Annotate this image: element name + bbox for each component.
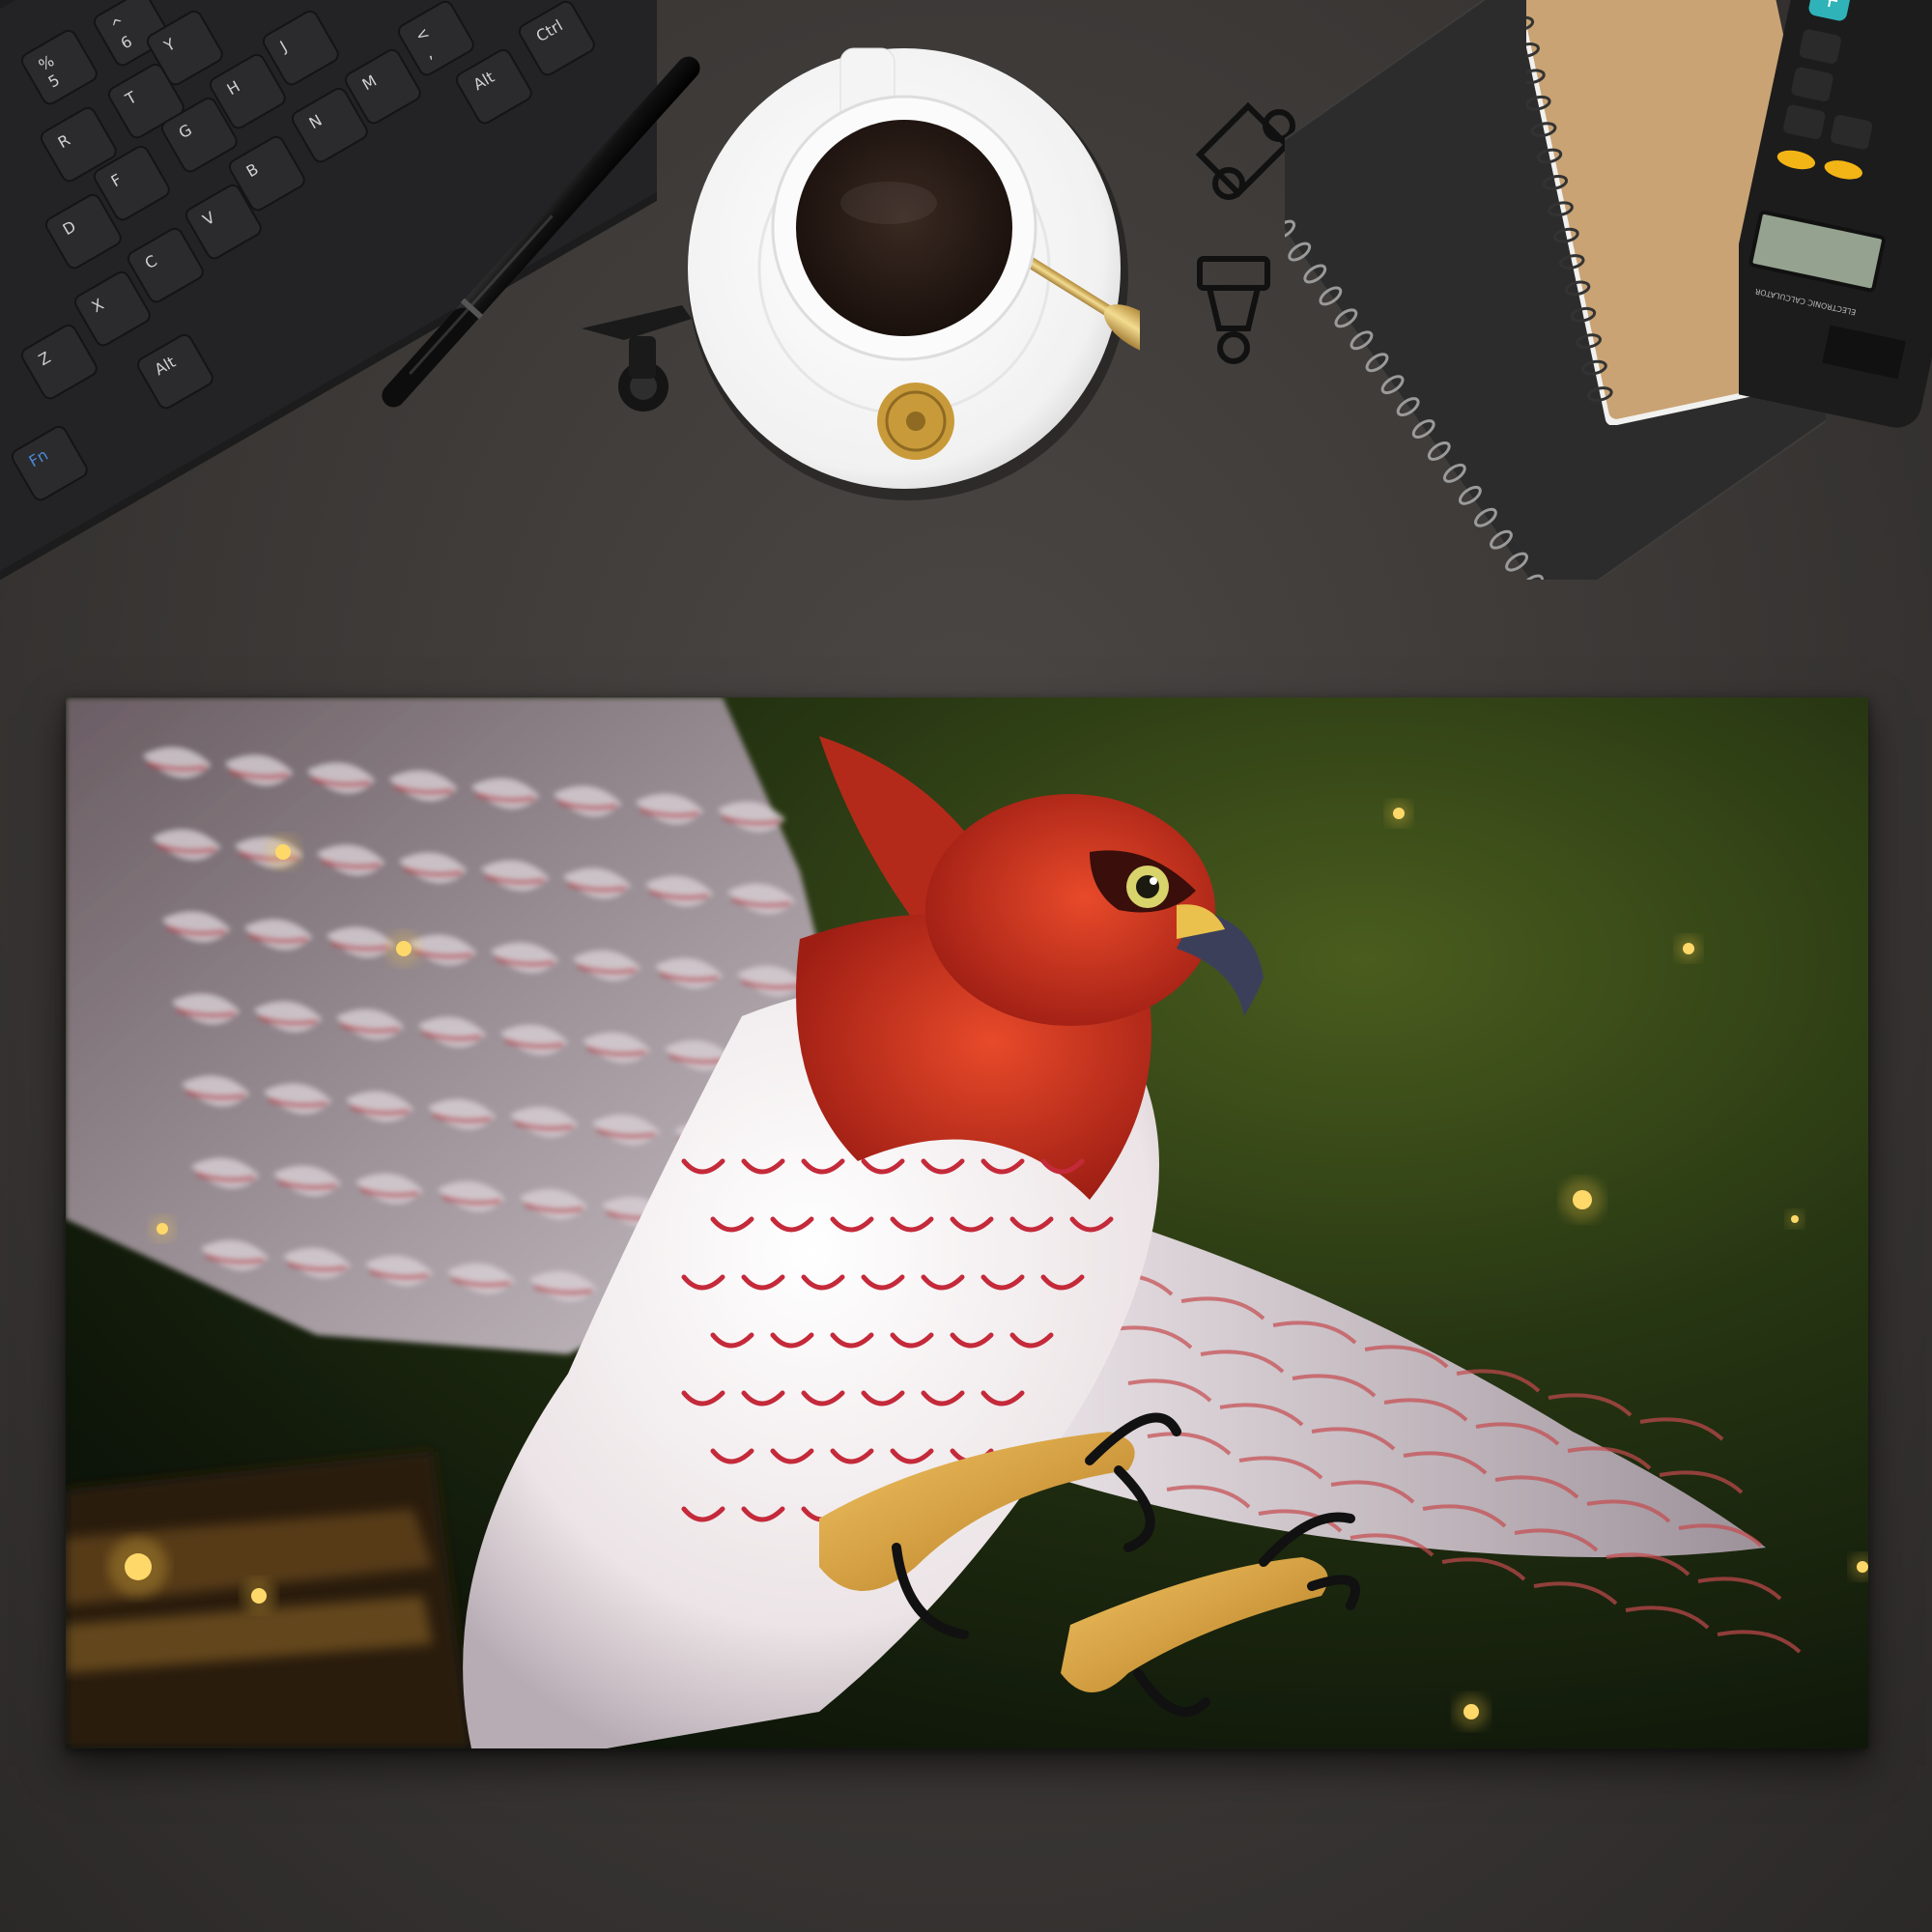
hawk-artwork (66, 697, 1868, 1748)
calculator: + ELECTRONIC CALCULATOR (1739, 0, 1932, 435)
mousepad (66, 697, 1868, 1748)
wire-clip-icon (1190, 251, 1287, 367)
desk-scene: { "desk": { "background_color": "#3f3b39… (0, 0, 1932, 1932)
coffee-cup (676, 39, 1140, 502)
